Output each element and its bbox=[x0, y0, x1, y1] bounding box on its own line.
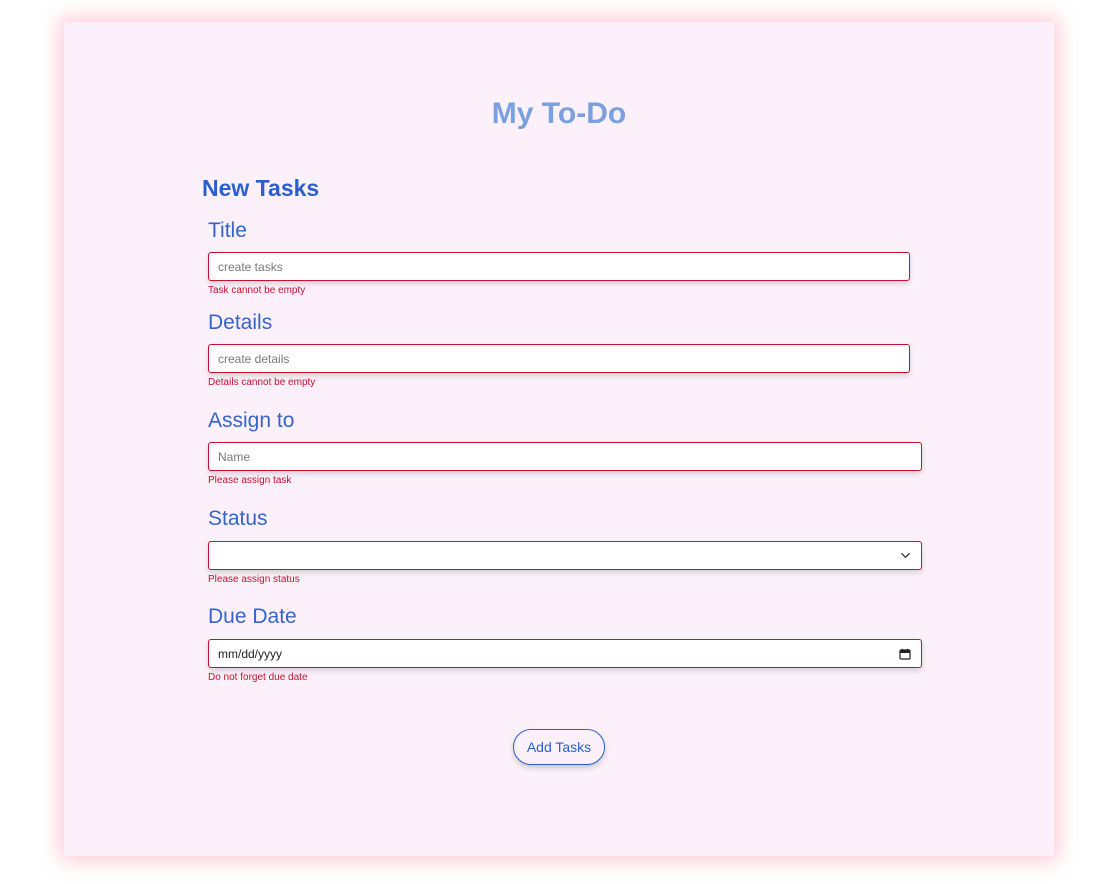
section-title: New Tasks bbox=[202, 175, 320, 201]
title-label: Title bbox=[208, 219, 247, 242]
assign-label: Assign to bbox=[208, 409, 295, 432]
todo-card: My To-Do New Tasks Title Task cannot be … bbox=[64, 22, 1054, 856]
calendar-icon[interactable] bbox=[899, 648, 911, 660]
due-date-placeholder: mm/dd/yyyy bbox=[218, 646, 283, 661]
title-error: Task cannot be empty bbox=[208, 285, 306, 296]
status-error: Please assign status bbox=[208, 574, 300, 585]
due-date-label: Due Date bbox=[208, 605, 297, 628]
assign-input[interactable] bbox=[208, 442, 922, 471]
add-tasks-button[interactable]: Add Tasks bbox=[513, 729, 605, 765]
assign-error: Please assign task bbox=[208, 475, 292, 486]
status-select[interactable] bbox=[208, 541, 922, 570]
app-title: My To-Do bbox=[491, 97, 627, 130]
due-date-error: Do not forget due date bbox=[208, 672, 308, 683]
chevron-down-icon bbox=[900, 550, 911, 561]
details-input[interactable] bbox=[208, 344, 910, 373]
due-date-input[interactable]: mm/dd/yyyy bbox=[208, 639, 922, 668]
status-label: Status bbox=[208, 507, 268, 530]
details-label: Details bbox=[208, 311, 273, 334]
details-error: Details cannot be empty bbox=[208, 377, 316, 388]
title-input[interactable] bbox=[208, 252, 910, 281]
